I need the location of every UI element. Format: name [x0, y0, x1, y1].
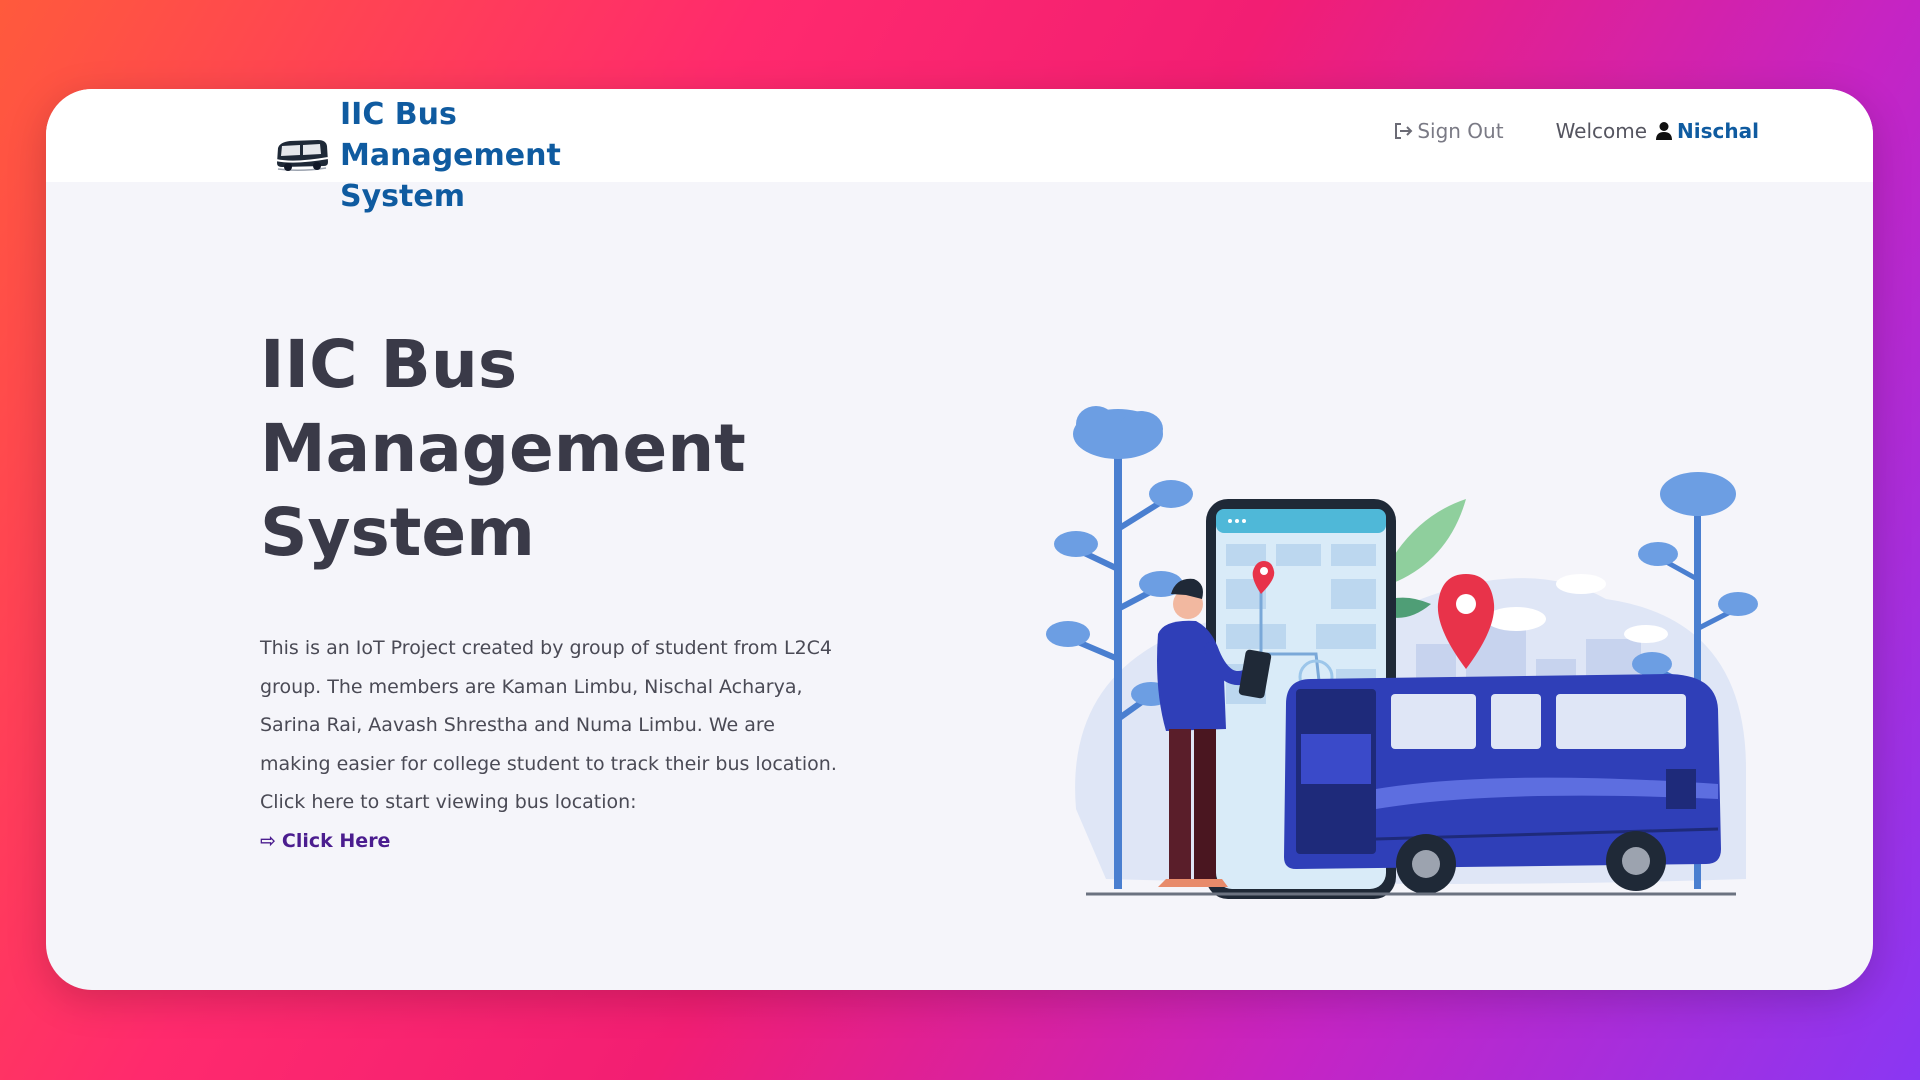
navbar: IIC Bus Management System Sign Out Welco… — [46, 89, 1873, 214]
nav-right: Sign Out Welcome Nischal — [1393, 119, 1759, 143]
cta-text: Click here to start viewing bus location… — [260, 791, 637, 813]
bus-tracking-illustration — [1046, 406, 1758, 899]
hero-title-line: Management — [260, 410, 746, 487]
click-here-link[interactable]: ⇨ Click Here — [260, 822, 390, 861]
bus-icon — [1284, 674, 1721, 894]
hero-title-line: System — [260, 494, 535, 571]
sign-out-icon — [1395, 123, 1413, 139]
user-icon — [1656, 122, 1673, 140]
hero-title-line: IIC Bus — [260, 326, 518, 403]
app-window: IIC Bus Management System Sign Out Welco… — [46, 89, 1873, 990]
hero-section: IIC Bus Management System This is an IoT… — [260, 323, 860, 860]
sign-out-button[interactable]: Sign Out — [1393, 119, 1504, 143]
welcome-area: Welcome Nischal — [1556, 119, 1759, 143]
brand[interactable]: IIC Bus Management System — [274, 94, 670, 217]
welcome-text: Welcome — [1555, 119, 1648, 143]
username-link[interactable]: Nischal — [1677, 119, 1759, 143]
hero-description: This is an IoT Project created by group … — [260, 637, 837, 775]
click-here-label: Click Here — [281, 829, 391, 852]
hero-title: IIC Bus Management System — [260, 323, 860, 575]
sign-out-label: Sign Out — [1417, 119, 1504, 143]
brand-title: IIC Bus Management System — [340, 97, 561, 214]
bus-icon — [275, 139, 329, 171]
arrow-right-icon: ⇨ — [260, 829, 276, 852]
